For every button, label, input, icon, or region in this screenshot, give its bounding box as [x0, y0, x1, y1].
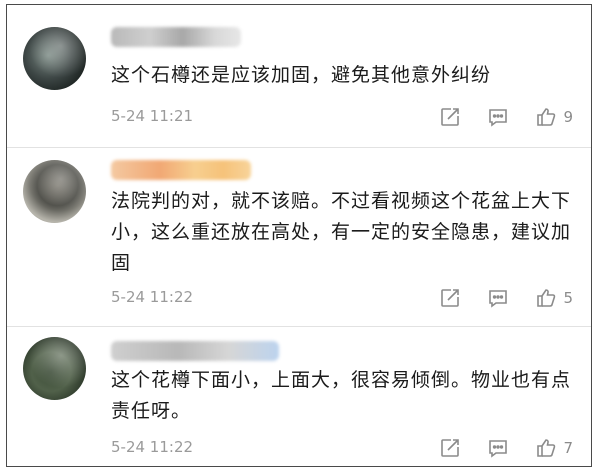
comment-item: 这个花樽下面小，上面大，很容易倾倒。物业也有点责任呀。 5-24 11:22 7 — [7, 327, 591, 466]
username-blurred[interactable] — [111, 341, 279, 361]
share-icon — [441, 439, 460, 457]
thumbs-up-icon — [537, 108, 556, 126]
share-icon — [441, 289, 460, 307]
avatar[interactable] — [23, 27, 86, 90]
comment-text: 这个石樽还是应该加固，避免其他意外纠纷 — [111, 64, 492, 86]
comment-list: 这个石樽还是应该加固，避免其他意外纠纷 5-24 11:21 9 法院判的对，就… — [6, 4, 592, 467]
comment-actions: 7 — [413, 435, 573, 461]
username-blurred[interactable] — [111, 27, 241, 47]
avatar[interactable] — [23, 160, 86, 223]
reply-button[interactable] — [487, 287, 509, 309]
thumbs-up-icon — [537, 289, 556, 307]
like-count: 7 — [563, 439, 573, 457]
comment-actions: 9 — [413, 104, 573, 130]
comment-timestamp: 5-24 11:21 — [111, 107, 194, 125]
share-button[interactable] — [439, 287, 461, 309]
comment-actions: 5 — [413, 285, 573, 311]
comment-item: 法院判的对，就不该赔。不过看视频这个花盆上大下小，这么重还放在高处，有一定的安全… — [7, 148, 591, 327]
reply-button[interactable] — [487, 106, 509, 128]
thumbs-up-icon — [537, 439, 556, 457]
like-button[interactable]: 9 — [535, 106, 573, 128]
comment-icon — [489, 109, 508, 127]
like-count: 9 — [563, 108, 573, 126]
comment-text: 法院判的对，就不该赔。不过看视频这个花盆上大下小，这么重还放在高处，有一定的安全… — [111, 190, 572, 274]
avatar[interactable] — [23, 337, 86, 400]
comment-item: 这个石樽还是应该加固，避免其他意外纠纷 5-24 11:21 9 — [7, 5, 591, 148]
like-button[interactable]: 7 — [535, 437, 573, 459]
comment-icon — [489, 440, 508, 458]
reply-button[interactable] — [487, 437, 509, 459]
like-button[interactable]: 5 — [535, 287, 573, 309]
share-button[interactable] — [439, 106, 461, 128]
comment-icon — [489, 290, 508, 308]
comment-text: 这个花樽下面小，上面大，很容易倾倒。物业也有点责任呀。 — [111, 369, 572, 422]
share-button[interactable] — [439, 437, 461, 459]
comment-timestamp: 5-24 11:22 — [111, 288, 194, 306]
username-blurred[interactable] — [111, 160, 251, 180]
comment-timestamp: 5-24 11:22 — [111, 438, 194, 456]
share-icon — [441, 108, 460, 126]
like-count: 5 — [563, 289, 573, 307]
